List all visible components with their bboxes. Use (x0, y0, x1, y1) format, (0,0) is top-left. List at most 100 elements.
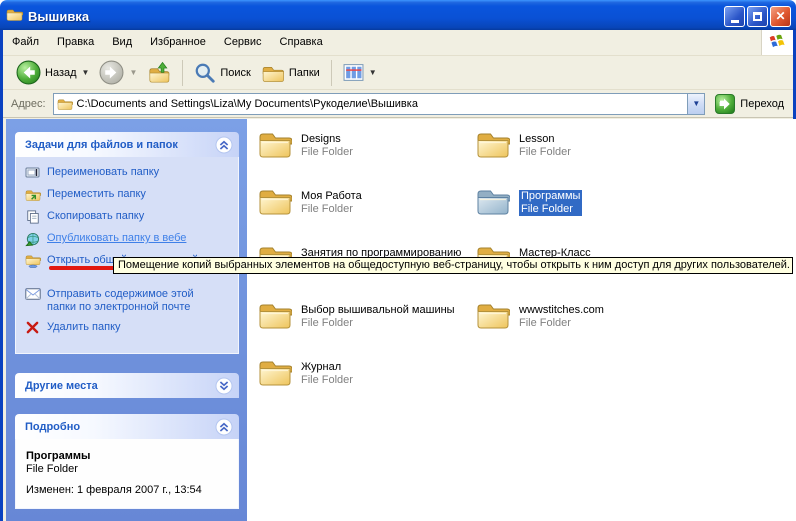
toolbar: Назад ▼ ▼ Поиск Папки (3, 56, 793, 90)
folder-icon (258, 128, 292, 159)
folder-item[interactable]: DesignsFile Folder (258, 128, 476, 185)
address-folder-icon (57, 97, 73, 111)
toolbar-separator (331, 60, 332, 86)
menu-item-0[interactable]: Файл (3, 30, 48, 55)
go-arrow-icon (715, 94, 735, 114)
views-grid-icon (343, 62, 364, 83)
folder-item[interactable]: ЖурналFile Folder (258, 356, 476, 413)
search-label: Поиск (220, 67, 250, 79)
move-folder-icon (24, 188, 41, 203)
task-label: Удалить папку (47, 321, 121, 334)
search-button[interactable]: Поиск (189, 60, 255, 86)
folder-name: Моя Работа (301, 190, 362, 203)
folder-item[interactable]: Моя РаботаFile Folder (258, 185, 476, 242)
maximize-button[interactable] (747, 6, 768, 27)
other-places-header[interactable]: Другие места (15, 373, 239, 398)
publish-web-icon (24, 232, 41, 247)
task-item-delete[interactable]: Удалить папку (24, 321, 232, 336)
folder-name: Программы (521, 190, 580, 203)
folder-icon (476, 128, 510, 159)
folders-button[interactable]: Папки (256, 59, 325, 87)
go-button[interactable]: Переход (712, 93, 787, 115)
folder-labels: wwwstitches.comFile Folder (519, 304, 604, 330)
views-button[interactable]: ▼ (338, 60, 382, 85)
close-button[interactable]: ✕ (770, 6, 791, 27)
folder-item[interactable]: ПрограммыFile Folder (476, 185, 694, 242)
details-folder-type: File Folder (26, 463, 230, 475)
collapse-chevron-icon[interactable] (215, 136, 233, 154)
go-label: Переход (740, 98, 784, 110)
task-item-email[interactable]: Отправить содержимое этой папки по элект… (24, 288, 232, 314)
menu-item-1[interactable]: Правка (48, 30, 103, 55)
search-icon (194, 62, 216, 84)
menu-item-2[interactable]: Вид (103, 30, 141, 55)
folder-item[interactable]: LessonFile Folder (476, 128, 694, 185)
folder-type: File Folder (301, 374, 353, 387)
folder-labels: Выбор вышивальной машиныFile Folder (301, 304, 455, 330)
folder-name: Lesson (519, 133, 571, 146)
folder-name: Выбор вышивальной машины (301, 304, 455, 317)
task-label: Отправить содержимое этой папки по элект… (47, 288, 217, 314)
file-tasks-header[interactable]: Задачи для файлов и папок (15, 132, 239, 157)
file-tasks-title: Задачи для файлов и папок (25, 139, 215, 151)
details-title: Подробно (25, 421, 215, 433)
folder-type: File Folder (301, 146, 353, 159)
folder-labels: ПрограммыFile Folder (519, 190, 582, 216)
back-label: Назад (45, 67, 77, 79)
copy-folder-icon (24, 210, 41, 225)
forward-dropdown-icon[interactable]: ▼ (129, 68, 137, 77)
task-item-rename-folder[interactable]: Переименовать папку (24, 166, 232, 181)
back-arrow-icon (16, 60, 41, 85)
share-folder-icon (24, 254, 41, 269)
maximize-icon (753, 12, 762, 21)
content-area: Задачи для файлов и папок Переименовать … (6, 119, 796, 521)
folder-icon (258, 185, 292, 216)
expand-chevron-icon[interactable] (215, 377, 233, 395)
folder-type: File Folder (301, 317, 455, 330)
email-icon (24, 288, 41, 303)
folder-icon (476, 185, 510, 216)
windows-logo (761, 30, 793, 55)
details-modified: Изменен: 1 февраля 2007 г., 13:54 (26, 484, 230, 496)
details-panel: Подробно Программы File Folder Изменен: … (15, 414, 239, 509)
task-label: Скопировать папку (47, 210, 144, 223)
menu-item-4[interactable]: Сервис (215, 30, 271, 55)
folder-icon (258, 299, 292, 330)
views-dropdown-icon[interactable]: ▼ (369, 68, 377, 77)
forward-arrow-icon (99, 60, 124, 85)
task-label: Переименовать папку (47, 166, 159, 179)
address-input[interactable]: C:\Documents and Settings\Liza\My Docume… (77, 98, 688, 110)
minimize-icon (731, 20, 739, 23)
task-item-publish-web[interactable]: Опубликовать папку в вебе (24, 232, 232, 247)
file-tasks-panel: Задачи для файлов и папок Переименовать … (15, 132, 239, 354)
folder-type: File Folder (519, 317, 604, 330)
menu-item-3[interactable]: Избранное (141, 30, 215, 55)
delete-icon (24, 321, 41, 336)
tooltip: Помещение копий выбранных элементов на о… (113, 257, 793, 274)
menu-items: ФайлПравкаВидИзбранноеСервисСправка (3, 30, 332, 55)
folder-labels: LessonFile Folder (519, 133, 571, 159)
address-combo[interactable]: C:\Documents and Settings\Liza\My Docume… (53, 93, 706, 115)
folder-type: File Folder (301, 203, 362, 216)
forward-button[interactable]: ▼ (94, 58, 142, 87)
address-dropdown-button[interactable]: ▼ (687, 94, 704, 114)
up-button[interactable] (142, 59, 176, 87)
up-folder-icon (147, 61, 171, 85)
minimize-button[interactable] (724, 6, 745, 27)
task-item-copy-folder[interactable]: Скопировать папку (24, 210, 232, 225)
back-button[interactable]: Назад ▼ (11, 58, 94, 87)
folder-item[interactable]: wwwstitches.comFile Folder (476, 299, 694, 356)
task-item-move-folder[interactable]: Переместить папку (24, 188, 232, 203)
menu-item-5[interactable]: Справка (271, 30, 332, 55)
menu-bar: ФайлПравкаВидИзбранноеСервисСправка (3, 30, 793, 56)
windows-flag-icon (768, 33, 787, 52)
window-frame: ФайлПравкаВидИзбранноеСервисСправка Наза… (0, 30, 796, 521)
task-pane: Задачи для файлов и папок Переименовать … (6, 119, 247, 521)
task-label: Опубликовать папку в вебе (47, 232, 186, 245)
back-dropdown-icon[interactable]: ▼ (82, 68, 90, 77)
collapse-chevron-icon[interactable] (215, 418, 233, 436)
folder-item[interactable]: Выбор вышивальной машиныFile Folder (258, 299, 476, 356)
other-places-panel: Другие места (15, 373, 239, 398)
folder-name: Журнал (301, 361, 353, 374)
details-header[interactable]: Подробно (15, 414, 239, 439)
